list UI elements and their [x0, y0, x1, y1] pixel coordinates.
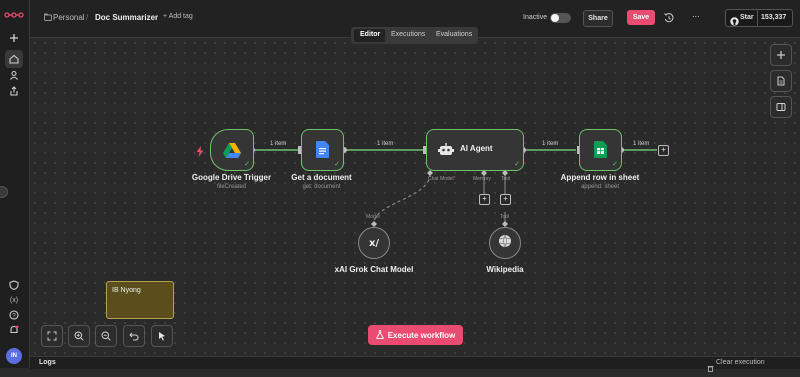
n8n-logo-icon[interactable]	[3, 6, 25, 24]
add-memory-button[interactable]: +	[479, 194, 490, 205]
collapse-sidebar-button[interactable]	[0, 186, 8, 198]
history-icon[interactable]	[663, 11, 675, 23]
logs-title: Logs	[39, 359, 56, 366]
node-title: Google Drive Trigger	[191, 173, 272, 182]
port-label-tool: Tool	[501, 176, 511, 182]
node-xai-grok-chat-model[interactable]: x/	[358, 227, 390, 259]
port-label-chat-model: Chat Model*	[428, 176, 456, 182]
execute-workflow-button[interactable]: Execute workflow	[368, 325, 463, 345]
github-star-button[interactable]: Star 153,337	[725, 9, 793, 27]
check-icon: ✓	[244, 161, 250, 168]
plus-icon[interactable]	[770, 44, 792, 66]
google-drive-icon	[223, 143, 241, 164]
edge-label: 1 item	[542, 141, 559, 147]
zoom-out-icon[interactable]	[95, 325, 117, 347]
document-icon[interactable]	[770, 70, 792, 92]
clear-execution-button[interactable]: Clear execution	[716, 359, 765, 366]
sidebar-icon[interactable]	[770, 96, 792, 118]
save-button[interactable]: Save	[627, 10, 655, 25]
left-sidebar: (x) ? IN	[0, 0, 30, 368]
active-toggle[interactable]	[550, 13, 571, 23]
node-subtitle: get: document	[302, 184, 341, 190]
node-get-document[interactable]: ✓	[301, 129, 344, 171]
add-tool-button[interactable]: +	[500, 194, 511, 205]
node-title: Append row in sheet	[560, 173, 640, 182]
trash-icon	[707, 359, 714, 377]
avatar[interactable]: IN	[6, 348, 22, 364]
github-icon	[730, 13, 739, 31]
github-star-count: 153,337	[761, 14, 787, 21]
node-title: Get a document	[291, 173, 352, 182]
plus-icon[interactable]	[5, 29, 23, 47]
fit-view-icon[interactable]	[41, 325, 63, 347]
workflow-name[interactable]: Doc Summarizer	[95, 13, 158, 22]
port-label-memory: Memory	[473, 176, 492, 182]
node-wikipedia[interactable]	[489, 227, 521, 259]
active-status-label: Inactive	[523, 14, 548, 21]
xai-logo-icon: x/	[368, 237, 380, 249]
workflow-canvas[interactable]: 1 item 1 item 1 item 1 item ✓ Google Dri…	[30, 38, 800, 356]
check-icon: ✓	[334, 161, 340, 168]
node-subtitle: append: sheet	[580, 184, 620, 190]
edge-label: 1 item	[633, 141, 650, 147]
node-append-row-sheet[interactable]: ✓	[579, 129, 622, 171]
tab-executions[interactable]: Executions	[391, 31, 425, 38]
edge-label: 1 item	[270, 141, 287, 147]
wikipedia-globe-icon	[498, 234, 512, 253]
flask-icon	[376, 326, 384, 344]
trigger-bolt-icon	[196, 144, 204, 162]
node-title: Wikipedia	[486, 265, 524, 274]
google-sheets-icon	[594, 141, 607, 163]
edge-chat-model-connection	[373, 173, 431, 224]
robot-icon	[438, 143, 454, 162]
tab-editor[interactable]: Editor	[360, 31, 380, 38]
undo-icon[interactable]	[123, 325, 145, 347]
share-button[interactable]: Share	[583, 10, 613, 27]
breadcrumb-separator: /	[86, 13, 89, 22]
node-subtitle: fileCreated	[216, 184, 246, 190]
port-label-tool: Tool	[500, 214, 510, 220]
more-options-button[interactable]: ...	[692, 9, 700, 19]
edge-label: 1 item	[377, 141, 394, 147]
add-node-button[interactable]: +	[658, 145, 669, 156]
port-label-model: Model	[366, 214, 380, 220]
check-icon: ✓	[612, 161, 618, 168]
breadcrumb-project[interactable]: Personal	[53, 13, 85, 22]
divider	[757, 10, 758, 26]
zoom-in-icon[interactable]	[68, 325, 90, 347]
logs-bar[interactable]: Logs Clear execution	[30, 356, 800, 372]
node-title: xAI Grok Chat Model	[334, 265, 414, 274]
google-docs-icon	[316, 141, 329, 163]
execute-workflow-label: Execute workflow	[387, 330, 456, 340]
bell-icon[interactable]	[5, 321, 23, 339]
node-title: AI Agent	[460, 144, 493, 153]
share-icon[interactable]	[5, 82, 23, 100]
folder-icon	[44, 13, 52, 23]
pointer-icon[interactable]	[151, 325, 173, 347]
sticky-note-text: IB Nyong	[112, 287, 141, 294]
view-tabs: Editor Executions Evaluations	[351, 27, 478, 44]
tab-evaluations[interactable]: Evaluations	[436, 31, 472, 38]
sticky-note[interactable]: IB Nyong	[106, 281, 174, 319]
node-google-drive-trigger[interactable]: ✓	[210, 129, 254, 171]
node-ai-agent[interactable]: AI Agent ✓	[426, 129, 524, 171]
github-star-label: Star	[740, 14, 754, 21]
add-tag-button[interactable]: + Add tag	[163, 13, 193, 20]
toggle-knob	[551, 14, 559, 22]
check-icon: ✓	[514, 161, 520, 168]
